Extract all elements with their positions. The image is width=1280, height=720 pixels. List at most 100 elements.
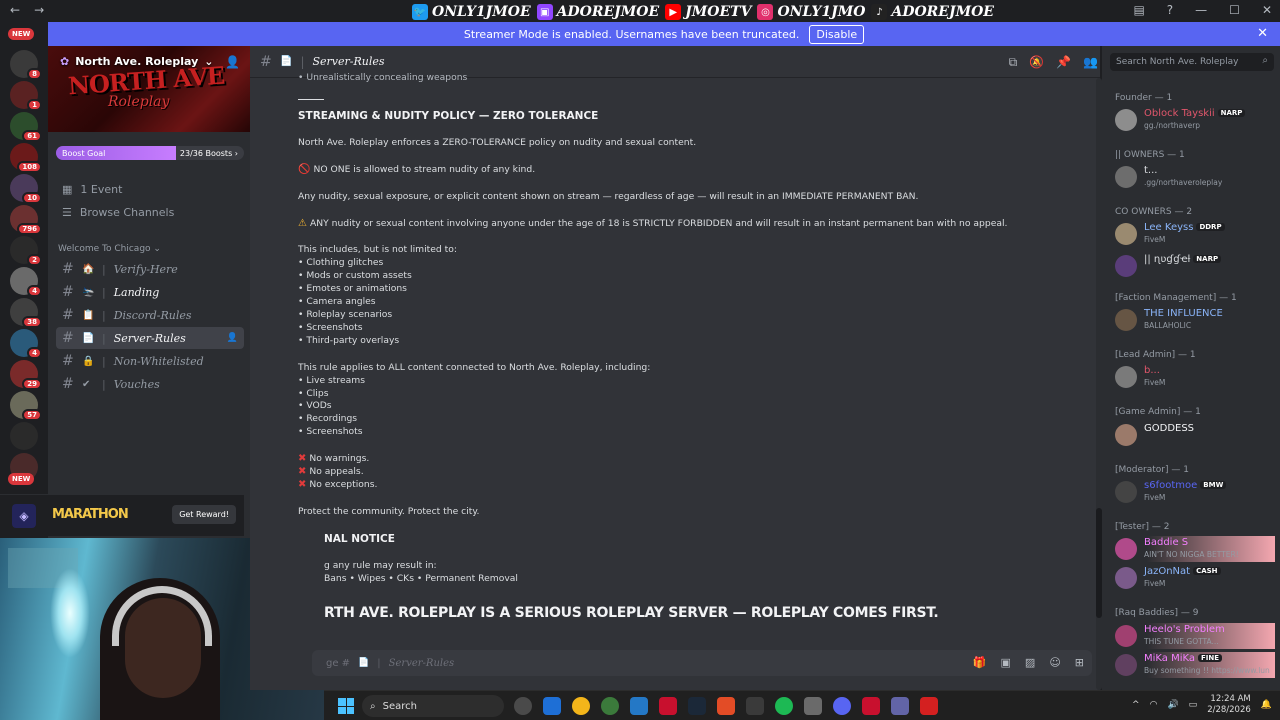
member-row[interactable]: Oblock Tayskii NARP gg./northaverp [1115, 107, 1275, 133]
close-window-icon[interactable]: ✕ [1262, 3, 1272, 17]
browse-channels-row[interactable]: ☰ Browse Channels [56, 201, 244, 223]
taskbar-app-icon[interactable] [543, 697, 561, 715]
gift-icon[interactable]: 🎁 [973, 656, 987, 669]
member-row[interactable]: JazOnNat CASH FiveM [1115, 565, 1275, 591]
server-name-label: North Ave. Roleplay [75, 55, 199, 68]
member-row[interactable]: MiKa MiKa FINE Buy something !! https://ww… [1115, 652, 1275, 678]
member-group-header: [Lead Admin] — 1 [1115, 350, 1196, 360]
gif-icon[interactable]: ▣ [1001, 656, 1011, 669]
emoji-icon[interactable]: ☺ [1049, 656, 1060, 669]
member-name-text: MiKa MiKa [1144, 653, 1196, 664]
server-icon[interactable]: 61 [10, 112, 42, 142]
taskbar-app-icon[interactable] [717, 697, 735, 715]
taskbar-app-icon[interactable] [746, 697, 764, 715]
taskbar-app-icon[interactable] [572, 697, 590, 715]
help-icon[interactable]: ? [1167, 3, 1173, 17]
channel-server-rules[interactable]: # 📄 | Server-Rules 👤 [56, 327, 244, 349]
category-header[interactable]: Welcome To Chicago ⌄ [58, 244, 161, 254]
social-twitch: ▣ ADOREJMOE [536, 4, 659, 20]
chevron-down-icon: ⌄ [204, 55, 214, 68]
channel-label: Vouches [113, 377, 160, 391]
member-row[interactable]: Lee Keyss DDRP FiveM [1115, 221, 1275, 247]
member-tag: CASH [1193, 567, 1221, 575]
taskbar-clock[interactable]: 12:24 AM 2/28/2026 [1207, 694, 1251, 716]
server-icon[interactable]: 8 [10, 50, 42, 80]
server-icon[interactable]: 796 [10, 205, 42, 235]
close-icon[interactable]: ✕ [1257, 26, 1268, 41]
get-reward-button[interactable]: Get Reward! [172, 505, 236, 524]
battery-icon[interactable]: ▭ [1189, 700, 1198, 710]
notification-bell-icon[interactable]: 🔕 [1029, 55, 1044, 70]
forward-arrow-icon[interactable]: → [34, 3, 44, 17]
taskbar-app-icon[interactable] [601, 697, 619, 715]
boost-goal-bar[interactable]: Boost Goal 23/36 Boosts › [56, 146, 244, 160]
message-composer[interactable]: ge # 📄 | Server-Rules 🎁 ▣ ▨ ☺ ⊞ [312, 650, 1092, 676]
server-icon[interactable]: 57 [10, 391, 42, 421]
pin-icon[interactable]: 📌 [1056, 55, 1071, 70]
server-icon[interactable]: 29 [10, 360, 42, 390]
inbox-icon[interactable]: ▤ [1133, 3, 1144, 17]
member-row[interactable]: b... FiveM [1115, 364, 1275, 390]
taskbar-app-icon[interactable] [862, 697, 880, 715]
server-icon[interactable]: 4 [10, 329, 42, 359]
hash-icon: # [62, 307, 74, 323]
invite-people-icon[interactable]: 👤 [225, 55, 240, 69]
channel-discord-rules[interactable]: # 📋 | Discord-Rules [56, 304, 244, 326]
volume-icon[interactable]: 🔊 [1167, 700, 1178, 710]
server-icon[interactable]: 38 [10, 298, 42, 328]
channel-emoji-icon: 📋 [82, 309, 95, 321]
taskbar-apps [514, 697, 938, 715]
member-row[interactable]: t... .gg/northaveroleplay [1115, 164, 1275, 190]
taskbar-app-icon[interactable] [775, 697, 793, 715]
channel-non-whitelisted[interactable]: # 🔒 | Non-Whitelisted [56, 350, 244, 372]
minimize-icon[interactable]: — [1195, 3, 1207, 17]
member-status: FiveM [1144, 579, 1166, 588]
threads-icon[interactable]: ⧉ [1009, 55, 1018, 70]
taskbar-app-icon[interactable] [688, 697, 706, 715]
twitch-icon: ▣ [536, 4, 553, 20]
member-row[interactable]: || ɳʋɠɠҽƚ NARP [1115, 253, 1275, 279]
apps-icon[interactable]: ⊞ [1075, 656, 1084, 669]
events-row[interactable]: ▦ 1 Event [56, 178, 244, 200]
chevron-up-icon[interactable]: ^ [1132, 700, 1140, 710]
avatar [1115, 109, 1137, 131]
member-row[interactable]: Heelo's Problem THIS TUNE GOTTA... [1115, 623, 1275, 649]
taskbar-app-icon[interactable] [659, 697, 677, 715]
notification-icon[interactable]: 🔔 [1261, 700, 1272, 710]
disable-streamer-mode-button[interactable]: Disable [809, 24, 865, 44]
server-icon[interactable]: 10 [10, 174, 42, 204]
member-row[interactable]: Baddie S AIN'T NO NIGGA BETTER! [1115, 536, 1275, 562]
member-list-icon[interactable]: 👥 [1083, 55, 1098, 70]
taskbar-search[interactable]: ⌕ Search [362, 695, 504, 717]
back-arrow-icon[interactable]: ← [10, 3, 20, 17]
channel-landing[interactable]: # 🛬 | Landing [56, 281, 244, 303]
sticker-icon[interactable]: ▨ [1025, 656, 1035, 669]
list-item: • Camera angles [298, 296, 376, 308]
taskbar-app-icon[interactable] [804, 697, 822, 715]
member-row[interactable]: s6footmoe BMW FiveM [1115, 479, 1275, 505]
server-icon[interactable]: 1 [10, 81, 42, 111]
server-icon[interactable]: 108 [10, 143, 42, 173]
server-name[interactable]: ✿ North Ave. Roleplay ⌄ [60, 55, 213, 68]
channel-verify-here[interactable]: # 🏠 | Verify-Here [56, 258, 244, 280]
wifi-icon[interactable]: ◠ [1150, 700, 1158, 710]
member-row[interactable]: THE INFLUENCE BALLAHOLIC [1115, 307, 1275, 333]
member-row[interactable]: GODDESS [1115, 422, 1275, 448]
windows-start-icon[interactable] [338, 698, 354, 714]
taskbar-app-icon[interactable] [920, 697, 938, 715]
separator: | [102, 331, 106, 345]
taskbar-app-icon[interactable] [833, 697, 851, 715]
server-icon[interactable]: 2 [10, 236, 42, 266]
taskbar-app-icon[interactable] [891, 697, 909, 715]
server-icon[interactable]: 4 [10, 267, 42, 297]
taskbar-app-icon[interactable] [514, 697, 532, 715]
social-handles: 🐦 ONLY1JMOE ▣ ADOREJMOE ▶ JMOETV ◎ ONLY1JMO ♪ ADO… [412, 2, 994, 22]
taskbar-app-icon[interactable] [630, 697, 648, 715]
server-banner[interactable]: NORTH AVE Roleplay ✿ North Ave. Roleplay… [48, 46, 250, 132]
add-member-icon[interactable]: 👤 [227, 333, 238, 343]
server-icon[interactable] [10, 422, 38, 450]
maximize-icon[interactable]: ☐ [1229, 3, 1240, 17]
webcam-light [50, 568, 90, 658]
search-input[interactable]: Search North Ave. Roleplay ⌕ [1110, 53, 1274, 71]
channel-vouches[interactable]: # ✔ | Vouches [56, 373, 244, 395]
